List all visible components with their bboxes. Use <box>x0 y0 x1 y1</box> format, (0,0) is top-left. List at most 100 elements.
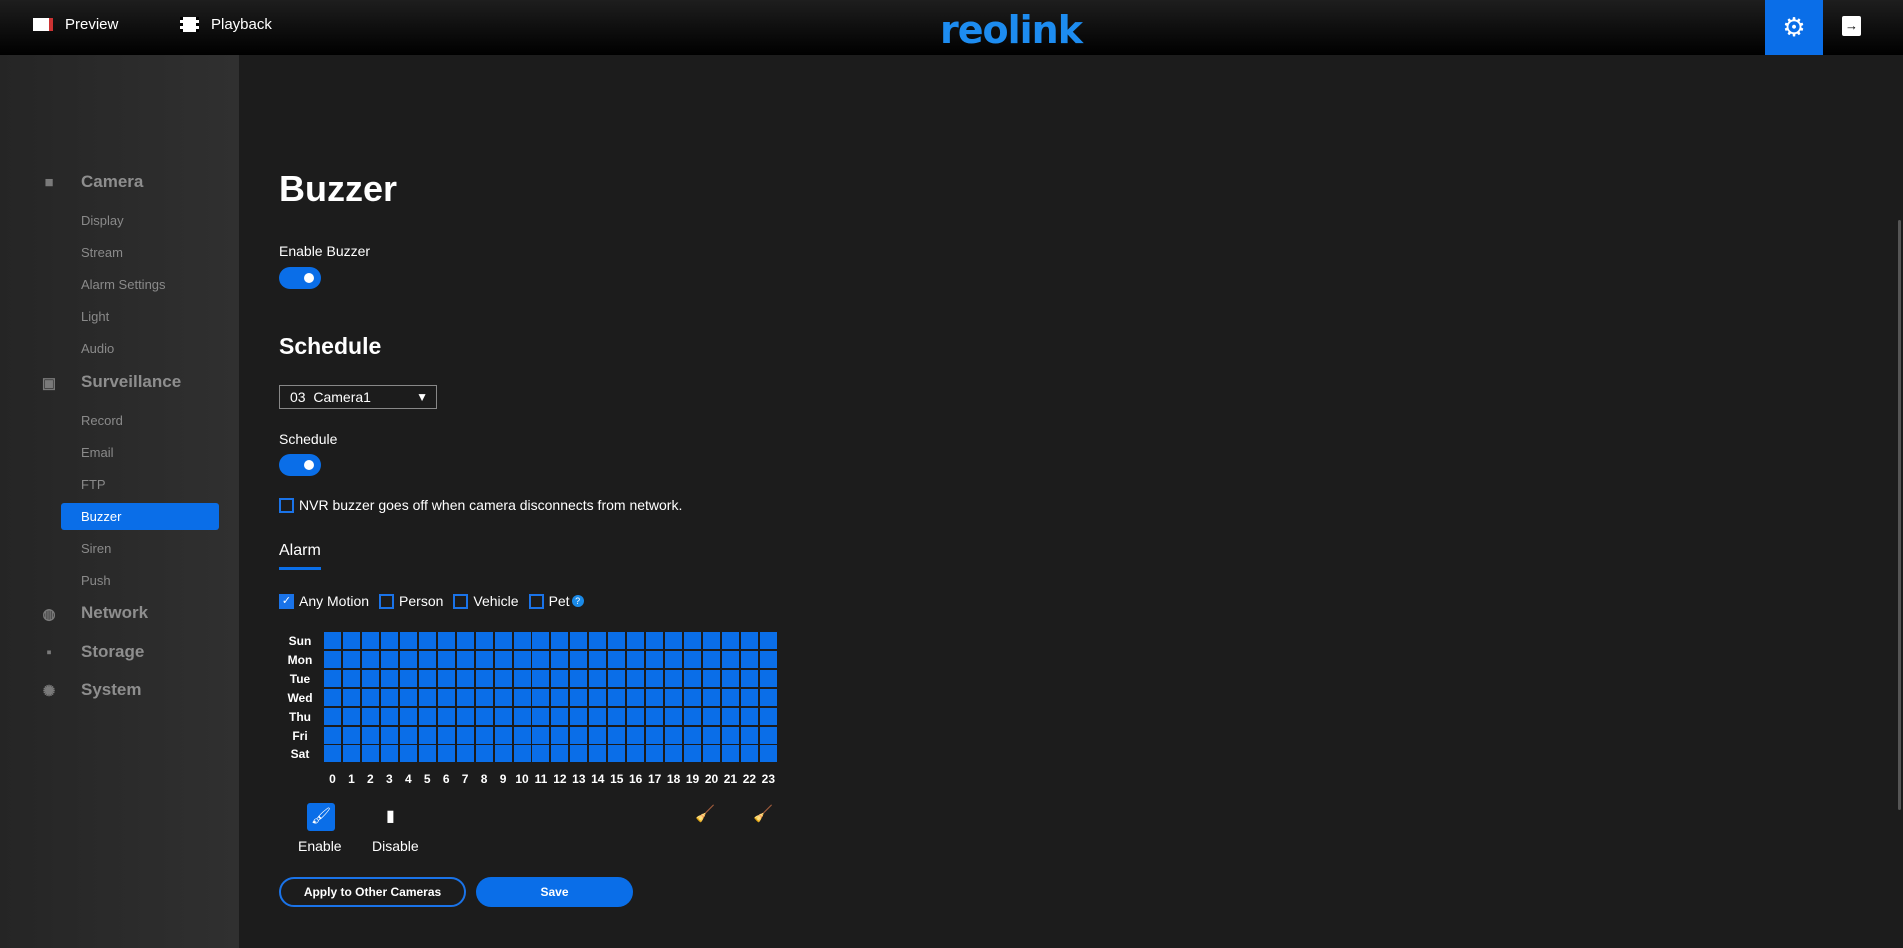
schedule-cell[interactable] <box>721 669 739 687</box>
schedule-cell[interactable] <box>342 632 360 649</box>
pet-checkbox[interactable] <box>528 593 544 609</box>
schedule-cell[interactable] <box>437 707 455 725</box>
schedule-cell[interactable] <box>380 688 398 706</box>
schedule-cell[interactable] <box>361 688 379 706</box>
schedule-cell[interactable] <box>570 726 588 744</box>
schedule-cell[interactable] <box>380 632 398 649</box>
schedule-cell[interactable] <box>627 707 645 725</box>
type-vehicle[interactable]: Vehicle <box>453 593 519 609</box>
schedule-cell[interactable] <box>399 707 417 725</box>
schedule-cell[interactable] <box>418 745 436 763</box>
schedule-cell[interactable] <box>646 707 664 725</box>
vehicle-checkbox[interactable] <box>453 593 469 609</box>
schedule-cell[interactable] <box>608 707 626 725</box>
schedule-cell[interactable] <box>475 707 493 725</box>
schedule-cell[interactable] <box>494 632 512 649</box>
schedule-cell[interactable] <box>361 632 379 649</box>
schedule-cell[interactable] <box>684 707 702 725</box>
schedule-cell[interactable] <box>361 745 379 763</box>
schedule-cell[interactable] <box>456 632 474 649</box>
schedule-cell[interactable] <box>324 726 341 744</box>
schedule-cell[interactable] <box>684 688 702 706</box>
schedule-cell[interactable] <box>437 726 455 744</box>
schedule-cell[interactable] <box>342 707 360 725</box>
schedule-cell[interactable] <box>684 632 702 649</box>
schedule-cell[interactable] <box>759 688 777 706</box>
schedule-cell[interactable] <box>703 650 720 668</box>
schedule-cell[interactable] <box>684 650 702 668</box>
sidebar-item-push[interactable]: Push <box>81 573 111 588</box>
sidebar-item-stream[interactable]: Stream <box>81 245 123 260</box>
schedule-cell[interactable] <box>721 650 739 668</box>
sidebar-section-camera[interactable]: ■ Camera <box>40 172 143 192</box>
schedule-cell[interactable] <box>494 669 512 687</box>
eraser-icon[interactable]: ▮ <box>386 806 395 826</box>
schedule-cell[interactable] <box>589 650 607 668</box>
schedule-cell[interactable] <box>646 669 664 687</box>
schedule-cell[interactable] <box>342 669 360 687</box>
schedule-cell[interactable] <box>551 707 569 725</box>
schedule-cell[interactable] <box>399 726 417 744</box>
schedule-cell[interactable] <box>721 745 739 763</box>
schedule-cell[interactable] <box>456 650 474 668</box>
schedule-cell[interactable] <box>418 726 436 744</box>
schedule-cell[interactable] <box>759 650 777 668</box>
schedule-cell[interactable] <box>380 669 398 687</box>
schedule-cell[interactable] <box>532 650 550 668</box>
sidebar-section-storage[interactable]: ▪ Storage <box>40 642 144 662</box>
schedule-cell[interactable] <box>494 707 512 725</box>
schedule-cell[interactable] <box>703 632 720 649</box>
settings-button[interactable]: ⚙ <box>1765 0 1823 55</box>
check-icon[interactable]: ✓ <box>279 593 294 609</box>
logout-button[interactable]: → <box>1842 16 1861 36</box>
schedule-cell[interactable] <box>589 726 607 744</box>
schedule-cell[interactable] <box>324 632 341 649</box>
schedule-toggle[interactable] <box>279 454 321 476</box>
schedule-cell[interactable] <box>608 669 626 687</box>
schedule-cell[interactable] <box>627 669 645 687</box>
schedule-cell[interactable] <box>456 688 474 706</box>
schedule-cell[interactable] <box>703 745 720 763</box>
sidebar-item-audio[interactable]: Audio <box>81 341 114 356</box>
type-person[interactable]: Person <box>379 593 443 609</box>
schedule-cell[interactable] <box>418 688 436 706</box>
sidebar-item-ftp[interactable]: FTP <box>81 477 106 492</box>
schedule-cell[interactable] <box>361 707 379 725</box>
schedule-cell[interactable] <box>646 726 664 744</box>
save-button[interactable]: Save <box>476 877 633 907</box>
scrollbar[interactable] <box>1898 220 1901 810</box>
schedule-cell[interactable] <box>740 632 758 649</box>
schedule-cell[interactable] <box>513 650 531 668</box>
schedule-cell[interactable] <box>399 669 417 687</box>
enable-brush-button[interactable]: 🖌 <box>307 803 335 831</box>
sidebar-item-alarm-settings[interactable]: Alarm Settings <box>81 277 166 292</box>
schedule-cell[interactable] <box>380 745 398 763</box>
schedule-cell[interactable] <box>456 669 474 687</box>
schedule-cell[interactable] <box>551 632 569 649</box>
type-any-motion[interactable]: ✓ Any Motion <box>279 593 369 609</box>
schedule-cell[interactable] <box>665 688 683 706</box>
schedule-cell[interactable] <box>475 669 493 687</box>
schedule-cell[interactable] <box>437 632 455 649</box>
schedule-cell[interactable] <box>456 745 474 763</box>
schedule-cell[interactable] <box>608 688 626 706</box>
schedule-cell[interactable] <box>665 669 683 687</box>
schedule-cell[interactable] <box>342 650 360 668</box>
sidebar-item-record[interactable]: Record <box>81 413 123 428</box>
preview-nav[interactable]: Preview <box>33 16 118 33</box>
schedule-cell[interactable] <box>570 688 588 706</box>
schedule-cell[interactable] <box>721 726 739 744</box>
select-all-icon[interactable]: 🧹 <box>753 804 773 824</box>
schedule-cell[interactable] <box>665 707 683 725</box>
schedule-cell[interactable] <box>361 669 379 687</box>
schedule-cell[interactable] <box>589 707 607 725</box>
schedule-cell[interactable] <box>608 726 626 744</box>
sidebar-section-surveillance[interactable]: ▣ Surveillance <box>40 372 181 392</box>
schedule-cell[interactable] <box>759 726 777 744</box>
sidebar-section-network[interactable]: ◍ Network <box>40 603 148 623</box>
schedule-cell[interactable] <box>589 745 607 763</box>
schedule-cell[interactable] <box>684 669 702 687</box>
schedule-cell[interactable] <box>665 632 683 649</box>
schedule-cell[interactable] <box>513 707 531 725</box>
schedule-cell[interactable] <box>570 669 588 687</box>
